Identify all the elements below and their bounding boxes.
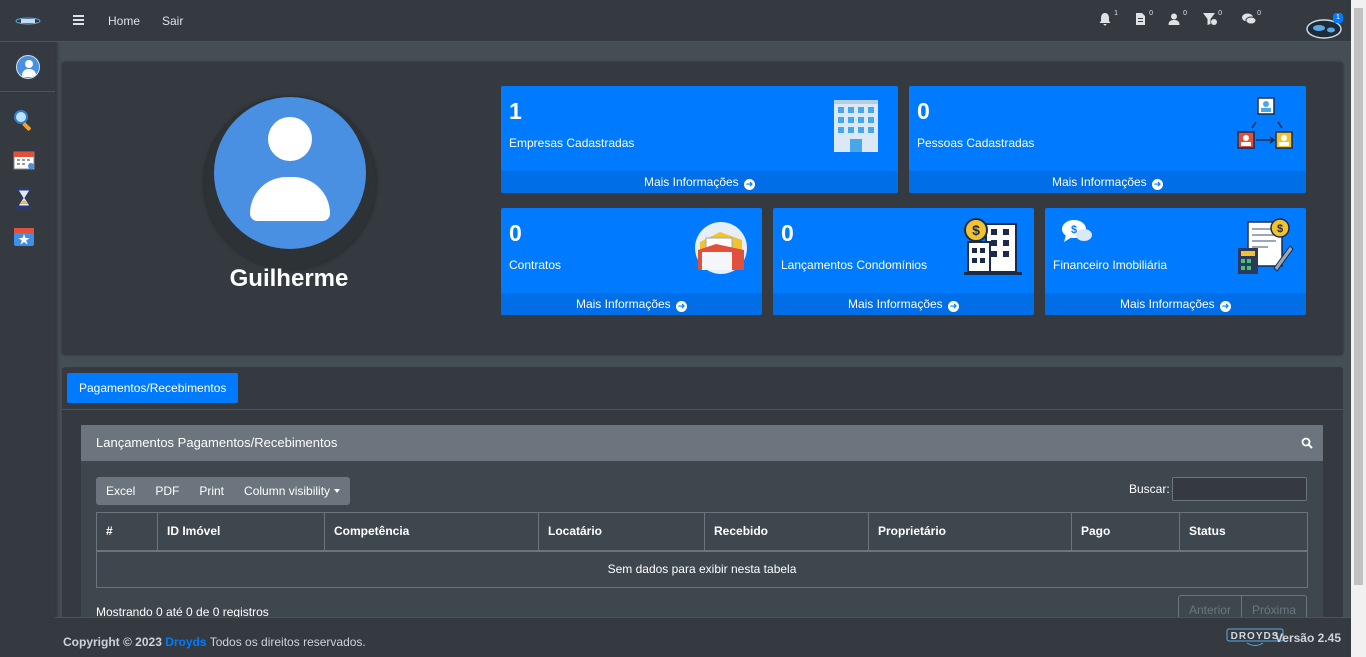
- svg-text:$: $: [972, 222, 980, 238]
- sidebar-item-search[interactable]: [12, 108, 36, 132]
- tile-more-link[interactable]: Mais Informações ➜: [501, 293, 762, 315]
- tile-contracts: 0 Contratos Mais Informações ➜: [501, 208, 762, 315]
- finance-icon: $: [1238, 218, 1294, 274]
- documents-button[interactable]: 0: [1133, 10, 1153, 28]
- filter-icon: [1203, 13, 1217, 25]
- chat-button[interactable]: 0: [1241, 10, 1261, 28]
- page-scrollbar[interactable]: [1351, 0, 1366, 657]
- panel-header: Lançamentos Pagamentos/Recebimentos: [81, 425, 1323, 461]
- user-notification-badge: 1: [1333, 13, 1343, 23]
- hourglass-icon: [16, 187, 32, 209]
- profile-avatar: [204, 97, 376, 269]
- tile-label: Empresas Cadastradas: [509, 136, 635, 150]
- payments-table: # ID Imóvel Competência Locatário Recebi…: [96, 512, 1308, 588]
- search-label: Buscar:: [1129, 482, 1170, 496]
- users-count: 0: [1183, 10, 1187, 17]
- magnifier-icon: [14, 110, 31, 131]
- column-header[interactable]: ID Imóvel: [157, 512, 325, 552]
- building-icon: [834, 100, 878, 152]
- export-buttons: Excel PDF Print Column visibility: [96, 477, 351, 505]
- excel-button[interactable]: Excel: [96, 477, 145, 505]
- search-input[interactable]: [1172, 477, 1307, 501]
- calendar-star-icon: [14, 228, 34, 246]
- scrollbar-thumb[interactable]: [1354, 8, 1363, 585]
- column-header[interactable]: #: [96, 512, 158, 552]
- empty-table-message: Sem dados para exibir nesta tabela: [96, 550, 1308, 588]
- search-icon[interactable]: [1301, 437, 1313, 449]
- tile-more-link[interactable]: Mais Informações ➜: [1045, 293, 1306, 315]
- version-text: Versão 2.45: [1274, 631, 1341, 645]
- tile-more-link[interactable]: Mais Informações ➜: [773, 293, 1034, 315]
- tile-value: 0: [781, 220, 794, 246]
- chevron-down-icon: [334, 489, 341, 493]
- chat-icon: [1242, 13, 1257, 25]
- user-icon: [1168, 13, 1180, 25]
- user-avatar-icon: [15, 54, 40, 79]
- tile-finance: Financeiro Imobiliária $ $ Mais Informaç…: [1045, 208, 1306, 315]
- nav-home-link[interactable]: Home: [108, 14, 140, 28]
- table-row: Sem dados para exibir nesta tabela: [96, 550, 1308, 588]
- sidebar: [0, 0, 55, 657]
- column-header[interactable]: Pago: [1071, 512, 1180, 552]
- sidebar-item-events[interactable]: [12, 224, 36, 248]
- users-button[interactable]: 0: [1167, 10, 1187, 28]
- tile-label: Pessoas Cadastradas: [917, 136, 1035, 150]
- svg-text:$: $: [1071, 224, 1077, 236]
- payments-card: Pagamentos/Recebimentos Lançamentos Paga…: [62, 367, 1343, 635]
- sidebar-item-calendar[interactable]: [12, 148, 36, 172]
- tile-label: Financeiro Imobiliária: [1053, 258, 1168, 272]
- bell-icon: [1099, 13, 1111, 26]
- column-header[interactable]: Status: [1179, 512, 1308, 552]
- chat-count: 0: [1257, 10, 1261, 17]
- column-header[interactable]: Competência: [324, 512, 539, 552]
- column-header[interactable]: Recebido: [704, 512, 869, 552]
- tile-condominium: 0 Lançamentos Condomínios $ Mais Informa…: [773, 208, 1034, 315]
- money-chat-icon: $: [1062, 220, 1092, 242]
- tile-value: 1: [509, 98, 522, 124]
- profile-name: Guilherme: [229, 265, 349, 292]
- tile-more-link[interactable]: Mais Informações ➜: [909, 171, 1306, 193]
- brand-link[interactable]: Droyds: [165, 635, 206, 649]
- tile-value: 0: [917, 98, 930, 124]
- footer: Copyright © 2023 Droyds Todos os direito…: [55, 617, 1351, 657]
- tab-bar: Pagamentos/Recebimentos: [62, 367, 1343, 410]
- panel-title: Lançamentos Pagamentos/Recebimentos: [96, 435, 338, 450]
- sidebar-user[interactable]: [0, 42, 55, 92]
- document-icon: [1136, 13, 1145, 25]
- svg-text:$: $: [1277, 223, 1283, 235]
- top-navbar: Home Sair 1 0 0 0 0 1: [55, 0, 1351, 42]
- tile-value: 0: [509, 220, 522, 246]
- tile-label: Lançamentos Condomínios: [781, 258, 928, 272]
- nav-logout-link[interactable]: Sair: [162, 14, 183, 28]
- filter-button[interactable]: 0: [1202, 10, 1222, 28]
- pdf-button[interactable]: PDF: [145, 477, 189, 505]
- svg-text:DROYDS: DROYDS: [1231, 631, 1280, 642]
- menu-toggle-icon[interactable]: [73, 15, 84, 25]
- sidebar-item-history[interactable]: [12, 186, 36, 210]
- people-network-icon: [1237, 97, 1293, 149]
- copyright-text: Copyright © 2023 Droyds Todos os direito…: [63, 635, 366, 649]
- print-button[interactable]: Print: [189, 477, 234, 505]
- tile-more-link[interactable]: Mais Informações ➜: [501, 171, 898, 193]
- payments-panel: Lançamentos Pagamentos/Recebimentos Exce…: [81, 425, 1323, 635]
- table-header-row: # ID Imóvel Competência Locatário Recebi…: [96, 512, 1308, 552]
- condominium-icon: $: [964, 218, 1022, 275]
- column-visibility-button[interactable]: Column visibility: [234, 477, 350, 505]
- profile-card: Guilherme 1 Empresas Cadastradas Mais In…: [62, 62, 1343, 355]
- column-header[interactable]: Proprietário: [868, 512, 1072, 552]
- tile-people: 0 Pessoas Cadastradas Mais Informações ➜: [909, 86, 1306, 193]
- tab-payments[interactable]: Pagamentos/Recebimentos: [67, 373, 239, 403]
- bell-count: 1: [1114, 10, 1118, 17]
- notifications-button[interactable]: 1: [1098, 10, 1118, 28]
- docs-count: 0: [1149, 10, 1153, 17]
- droyds-logo-icon: [15, 17, 40, 24]
- column-header[interactable]: Locatário: [538, 512, 705, 552]
- calendar-icon: [13, 151, 35, 170]
- tile-companies: 1 Empresas Cadastradas Mais Informações …: [501, 86, 898, 193]
- brand-logo[interactable]: [0, 0, 55, 42]
- profile-avatar-icon: [214, 97, 366, 249]
- tile-label: Contratos: [509, 258, 562, 272]
- filter-count: 0: [1218, 10, 1222, 17]
- contract-folder-icon: [695, 222, 747, 274]
